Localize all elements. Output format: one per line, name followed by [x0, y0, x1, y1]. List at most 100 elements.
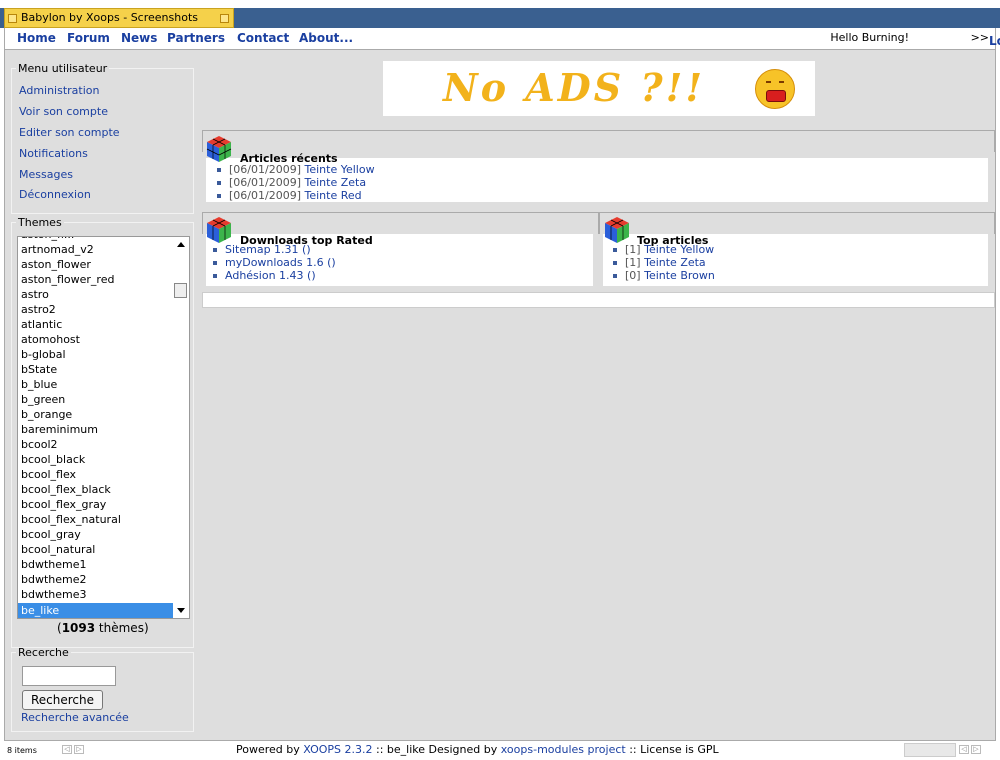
browser-tab[interactable]: Babylon by Xoops - Screenshots — [4, 8, 234, 28]
article-date: [06/01/2009] — [229, 176, 301, 189]
article-date: [06/01/2009] — [229, 163, 301, 176]
theme-item[interactable]: astro — [21, 287, 49, 302]
article-link[interactable]: Teinte Yellow — [644, 243, 714, 256]
nav-news[interactable]: News — [121, 31, 157, 45]
scroll-left-icon[interactable]: ◁ — [959, 745, 969, 754]
recent-articles-header — [202, 130, 995, 152]
download-item[interactable]: Sitemap 1.31 () — [213, 243, 311, 256]
theme-item[interactable]: bcool_flex — [21, 467, 76, 482]
article-count: [1] — [625, 243, 641, 256]
menu-messages[interactable]: Messages — [19, 168, 73, 181]
xoops-link[interactable]: XOOPS 2.3.2 — [303, 743, 372, 756]
article-date: [06/01/2009] — [229, 189, 301, 202]
logout-link[interactable]: Logout — [989, 34, 1000, 48]
theme-item[interactable]: atlantic — [21, 317, 62, 332]
theme-item[interactable]: artnomad_v2 — [21, 242, 94, 257]
theme-item[interactable]: bcool_flex_black — [21, 482, 111, 497]
menu-logout[interactable]: Déconnexion — [19, 188, 91, 201]
theme-item[interactable]: bcool_flex_gray — [21, 497, 106, 512]
items-count: 8 items — [7, 746, 37, 755]
menu-notifications[interactable]: Notifications — [19, 147, 88, 160]
download-link[interactable]: Adhésion 1.43 () — [225, 269, 316, 282]
page-content: Menu utilisateur Administration Voir son… — [4, 50, 996, 740]
article-link[interactable]: Teinte Zeta — [644, 256, 706, 269]
themes-title: Themes — [18, 216, 62, 229]
themes-scrollbar[interactable] — [173, 237, 189, 618]
recent-article-item[interactable]: [06/01/2009] Teinte Red — [217, 189, 362, 202]
scroll-right-icon[interactable]: ▷ — [971, 745, 981, 754]
download-item[interactable]: Adhésion 1.43 () — [213, 269, 316, 282]
themes-count-number: 1093 — [61, 621, 96, 635]
top-article-item[interactable]: [0] Teinte Brown — [613, 269, 715, 282]
theme-item[interactable]: bdwtheme2 — [21, 572, 87, 587]
download-link[interactable]: myDownloads 1.6 () — [225, 256, 336, 269]
download-item[interactable]: myDownloads 1.6 () — [213, 256, 336, 269]
window-titlebar: Babylon by Xoops - Screenshots — [0, 0, 1000, 28]
theme-item[interactable]: bcool_gray — [21, 527, 81, 542]
nav-left-icon[interactable]: ◁ — [62, 745, 72, 754]
downloads-header — [202, 212, 599, 234]
nav-contact[interactable]: Contact — [237, 31, 289, 45]
rubik-cube-icon — [605, 217, 629, 243]
theme-item[interactable]: bcool_black — [21, 452, 85, 467]
theme-item[interactable]: aston_flower_red — [21, 272, 114, 287]
theme-item-selected[interactable]: be_like — [18, 603, 173, 618]
user-menu-title: Menu utilisateur — [18, 62, 108, 75]
nav-forum[interactable]: Forum — [67, 31, 110, 45]
scroll-down-arrow-icon[interactable] — [177, 608, 185, 613]
recent-article-item[interactable]: [06/01/2009] Teinte Yellow — [217, 163, 375, 176]
theme-item[interactable]: b_orange — [21, 407, 72, 422]
nav-about[interactable]: About... — [299, 31, 353, 45]
rubik-cube-icon — [206, 136, 232, 162]
download-link[interactable]: Sitemap 1.31 () — [225, 243, 311, 256]
article-count: [1] — [625, 256, 641, 269]
theme-item[interactable]: bareminimum — [21, 422, 98, 437]
theme-item[interactable]: b_blue — [21, 377, 57, 392]
banner[interactable]: No ADS ?!! — [383, 61, 815, 116]
theme-item[interactable]: bcool_natural — [21, 542, 95, 557]
search-button[interactable]: Recherche — [22, 690, 103, 710]
theme-item[interactable]: bcool_flex_natural — [21, 512, 121, 527]
theme-item[interactable]: aston_flower — [21, 257, 91, 272]
article-link[interactable]: Teinte Zeta — [304, 176, 366, 189]
themes-listbox[interactable]: aston_fl... artnomad_v2 aston_flower ast… — [17, 236, 190, 619]
menu-edit-account[interactable]: Editer son compte — [19, 126, 120, 139]
tab-title: Babylon by Xoops - Screenshots — [21, 11, 198, 24]
top-articles-header — [599, 212, 995, 234]
scroll-thumb[interactable] — [174, 283, 187, 298]
theme-item[interactable]: bdwtheme1 — [21, 557, 87, 572]
recent-article-item[interactable]: [06/01/2009] Teinte Zeta — [217, 176, 366, 189]
banner-text: No ADS ?!! — [443, 65, 706, 110]
scroll-up-arrow-icon[interactable] — [177, 242, 185, 247]
rubik-cube-icon — [207, 217, 231, 243]
top-article-item[interactable]: [1] Teinte Yellow — [613, 243, 714, 256]
nav-home[interactable]: Home — [17, 31, 56, 45]
greeting: Hello Burning! — [830, 31, 909, 44]
page-icon — [8, 14, 17, 23]
shouting-smiley-icon — [755, 69, 795, 109]
search-title: Recerche — [18, 646, 69, 659]
search-input[interactable] — [22, 666, 116, 686]
theme-item[interactable]: astro2 — [21, 302, 56, 317]
menu-administration[interactable]: Administration — [19, 84, 100, 97]
logout-prefix: >> — [970, 31, 989, 44]
top-article-item[interactable]: [1] Teinte Zeta — [613, 256, 706, 269]
nav-right-icon[interactable]: ▷ — [74, 745, 84, 754]
nav-partners[interactable]: Partners — [167, 31, 225, 45]
article-count: [0] — [625, 269, 641, 282]
article-link[interactable]: Teinte Red — [304, 189, 361, 202]
theme-item[interactable]: b-global — [21, 347, 66, 362]
close-tab-icon[interactable] — [220, 14, 229, 23]
theme-item[interactable]: bcool2 — [21, 437, 58, 452]
article-link[interactable]: Teinte Brown — [644, 269, 715, 282]
theme-item[interactable]: bState — [21, 362, 57, 377]
top-navigation: Home Forum News Partners Contact About..… — [4, 28, 1000, 50]
theme-item[interactable]: b_green — [21, 392, 65, 407]
theme-item[interactable]: bdwtheme3 — [21, 587, 87, 602]
advanced-search-link[interactable]: Recherche avancée — [21, 711, 129, 724]
article-link[interactable]: Teinte Yellow — [304, 163, 374, 176]
menu-view-account[interactable]: Voir son compte — [19, 105, 108, 118]
project-link[interactable]: xoops-modules project — [501, 743, 626, 756]
theme-item[interactable]: atomohost — [21, 332, 80, 347]
themes-count: (1093 thèmes) — [57, 621, 149, 635]
